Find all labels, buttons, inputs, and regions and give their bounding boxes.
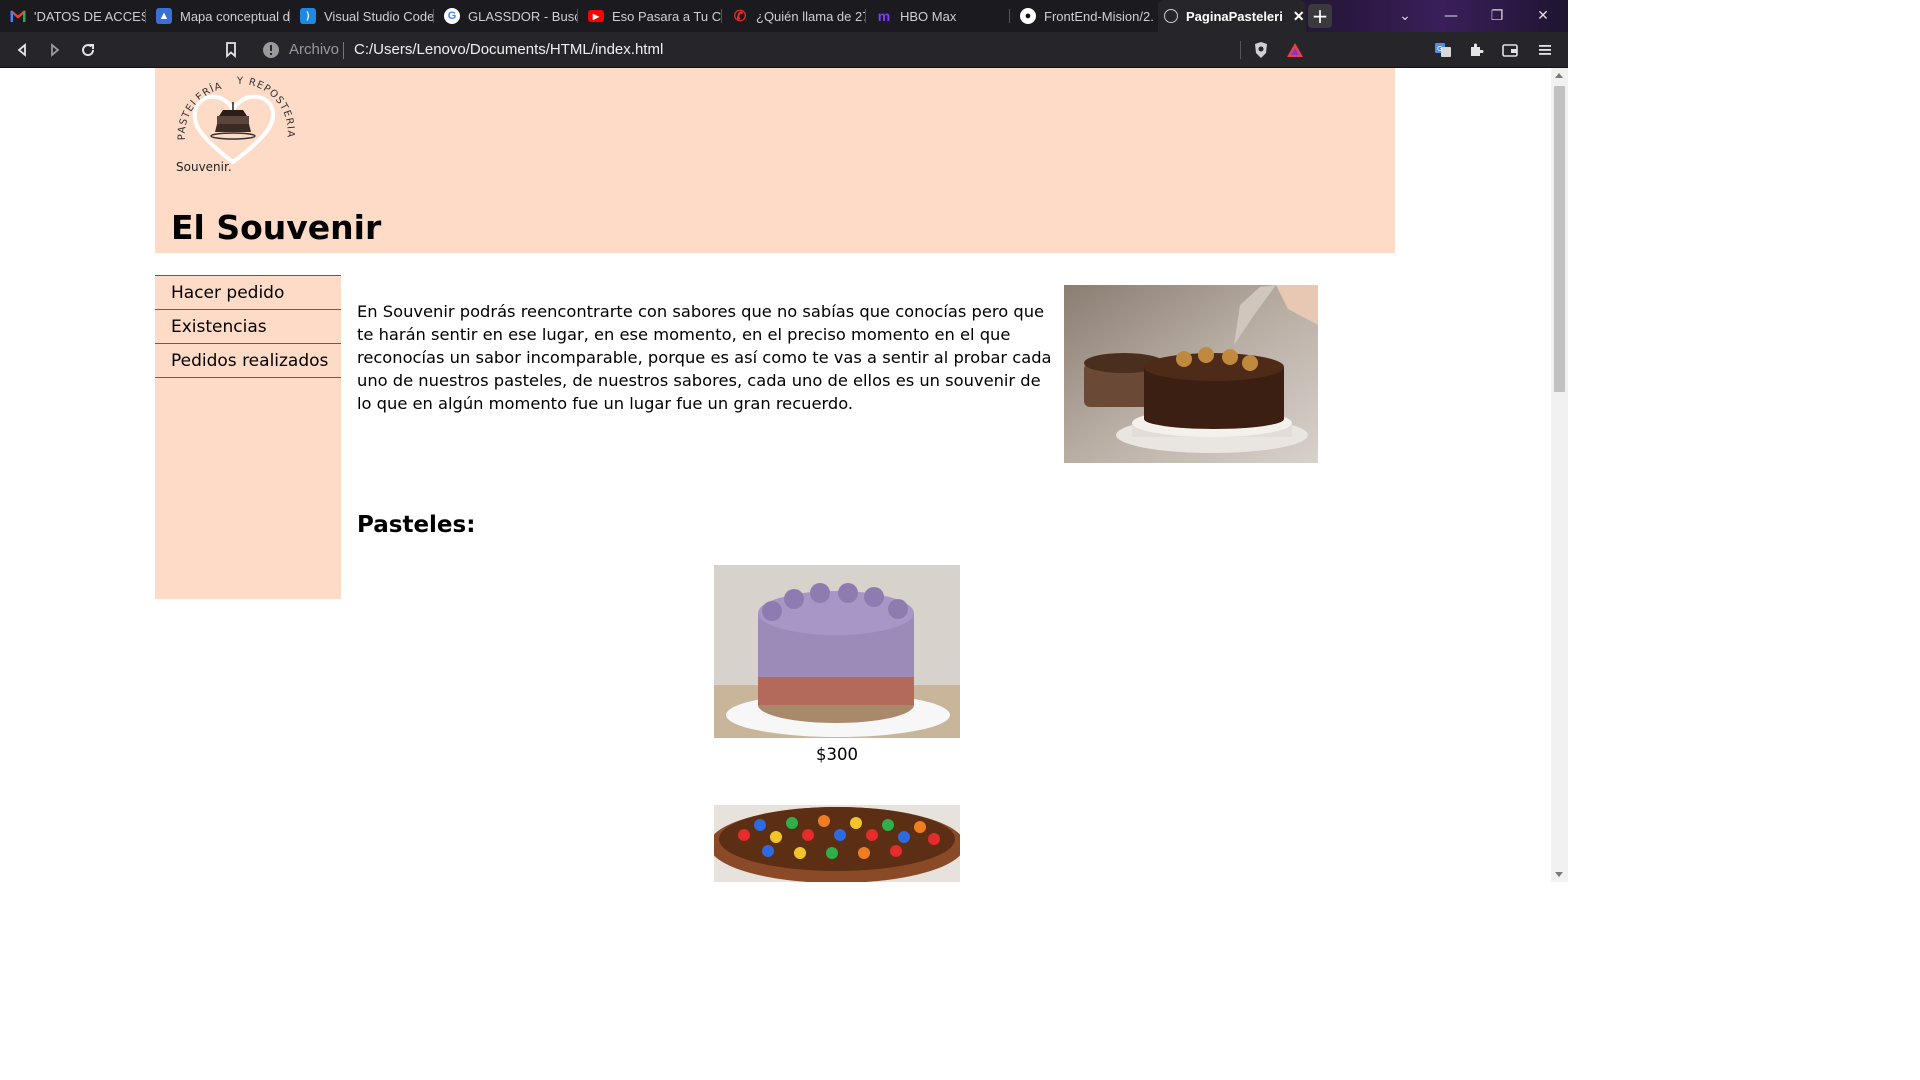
minimize-button[interactable]: — xyxy=(1428,0,1474,32)
tab-title: GLASSDOR - Buscar xyxy=(468,8,578,24)
page-scrollbar[interactable] xyxy=(1551,68,1568,882)
page-viewport: PASTELERÍA Y REPOSTERÍA Souvenir. El Sou… xyxy=(0,68,1551,882)
globe-icon xyxy=(1164,9,1178,23)
tab-title: FrontEnd-Mision/2. xyxy=(1044,8,1154,24)
vscode-icon: ⟩ xyxy=(300,8,316,24)
tab-title: 'DATOS DE ACCESO' xyxy=(34,8,146,24)
chocolate-cake-photo xyxy=(1064,285,1318,463)
translate-icon: G xyxy=(1435,43,1451,57)
scroll-up-arrow-icon[interactable] xyxy=(1555,73,1563,78)
rewards-triangle-icon xyxy=(1287,43,1303,57)
tab-title: ¿Quién llama de 27 xyxy=(756,8,866,24)
forward-arrow-icon xyxy=(51,43,60,57)
nav-item-pedidos-realizados[interactable]: Pedidos realizados xyxy=(155,343,341,378)
puzzle-icon xyxy=(1471,43,1484,56)
scrollbar-thumb[interactable] xyxy=(1554,86,1565,392)
youtube-icon: ▶ xyxy=(588,10,604,22)
tab-quien-llama[interactable]: ✆ ¿Quién llama de 27 xyxy=(732,0,866,32)
reload-button[interactable] xyxy=(76,38,100,62)
tab-vscode[interactable]: ⟩ Visual Studio Code xyxy=(300,0,434,32)
svg-text:G: G xyxy=(1437,45,1442,53)
close-tab-icon[interactable]: ✕ xyxy=(1293,8,1305,25)
wallet-button[interactable] xyxy=(1498,38,1522,62)
bookmark-icon xyxy=(226,42,236,58)
tab-github[interactable]: ● FrontEnd-Mision/2. xyxy=(1020,0,1154,32)
address-divider xyxy=(343,42,344,59)
google-icon: G xyxy=(444,8,460,24)
product-card-2[interactable] xyxy=(714,805,960,882)
tab-title: Visual Studio Code xyxy=(324,8,434,24)
tab-mapa-conceptual[interactable]: ▲ Mapa conceptual d xyxy=(156,0,290,32)
tab-glassdor[interactable]: G GLASSDOR - Buscar xyxy=(444,0,578,32)
brave-lion-icon xyxy=(1255,42,1267,58)
info-icon[interactable] xyxy=(262,41,280,59)
extensions-button[interactable] xyxy=(1464,38,1488,62)
close-window-button[interactable]: ✕ xyxy=(1520,0,1566,32)
tab-title: PaginaPasteleri xyxy=(1186,8,1283,24)
brave-shields-button[interactable] xyxy=(1249,38,1273,62)
product-card-1[interactable] xyxy=(714,565,960,738)
github-icon: ● xyxy=(1020,8,1036,24)
sidebar-nav: Hacer pedido Existencias Pedidos realiza… xyxy=(155,275,341,599)
browser-toolbar: Archivo C:/Users/Lenovo/Documents/HTML/i… xyxy=(0,32,1568,68)
address-bar[interactable]: C:/Users/Lenovo/Documents/HTML/index.htm… xyxy=(354,41,663,58)
section-title-pasteles: Pasteles: xyxy=(357,512,476,538)
bookmark-button[interactable] xyxy=(219,38,243,62)
restore-button[interactable]: ❐ xyxy=(1474,0,1520,32)
back-arrow-icon xyxy=(17,43,26,57)
purple-frosted-cake-photo xyxy=(714,565,960,738)
tab-gmail[interactable]: 'DATOS DE ACCESO' xyxy=(10,0,146,32)
logo-wordmark: Souvenir. xyxy=(176,160,232,174)
brave-rewards-button[interactable] xyxy=(1283,38,1307,62)
intro-paragraph: En Souvenir podrás reencontrarte con sab… xyxy=(357,302,1052,413)
translate-button[interactable]: G xyxy=(1431,38,1455,62)
address-scheme-label: Archivo xyxy=(289,41,340,58)
nav-item-hacer-pedido[interactable]: Hacer pedido xyxy=(155,275,341,309)
site-header: PASTELERÍA Y REPOSTERÍA Souvenir. El Sou… xyxy=(155,68,1395,253)
menu-button[interactable] xyxy=(1533,38,1557,62)
candy-topped-cake-photo xyxy=(714,805,960,882)
scroll-down-arrow-icon[interactable] xyxy=(1555,872,1563,877)
page-title: El Souvenir xyxy=(171,208,382,247)
reload-icon xyxy=(82,44,95,57)
slides-icon: ▲ xyxy=(156,8,172,24)
nav-item-existencias[interactable]: Existencias xyxy=(155,309,341,343)
tab-search-chevron-icon[interactable]: ⌄ xyxy=(1382,0,1428,32)
phone-icon: ✆ xyxy=(733,8,747,25)
browser-tab-strip: 'DATOS DE ACCESO' ▲ Mapa conceptual d ⟩ … xyxy=(0,0,1568,32)
product-price: $300 xyxy=(816,745,858,764)
tab-pagina-pasteleria[interactable]: PaginaPasteleri ✕ xyxy=(1158,0,1306,32)
hbo-max-icon: m xyxy=(877,8,891,24)
new-tab-button[interactable]: + xyxy=(1308,4,1332,28)
hamburger-menu-icon xyxy=(1539,45,1551,55)
forward-button[interactable] xyxy=(43,38,67,62)
toolbar-divider xyxy=(1240,41,1241,59)
tab-title: Mapa conceptual d xyxy=(180,8,290,24)
tab-title: Eso Pasara a Tu Cue xyxy=(612,8,722,24)
tab-hbo-max[interactable]: m HBO Max xyxy=(876,0,1010,32)
tab-title: HBO Max xyxy=(900,8,957,24)
wallet-icon xyxy=(1502,44,1518,57)
gmail-icon xyxy=(10,8,26,24)
tab-youtube[interactable]: ▶ Eso Pasara a Tu Cue xyxy=(588,0,722,32)
back-button[interactable] xyxy=(10,38,34,62)
